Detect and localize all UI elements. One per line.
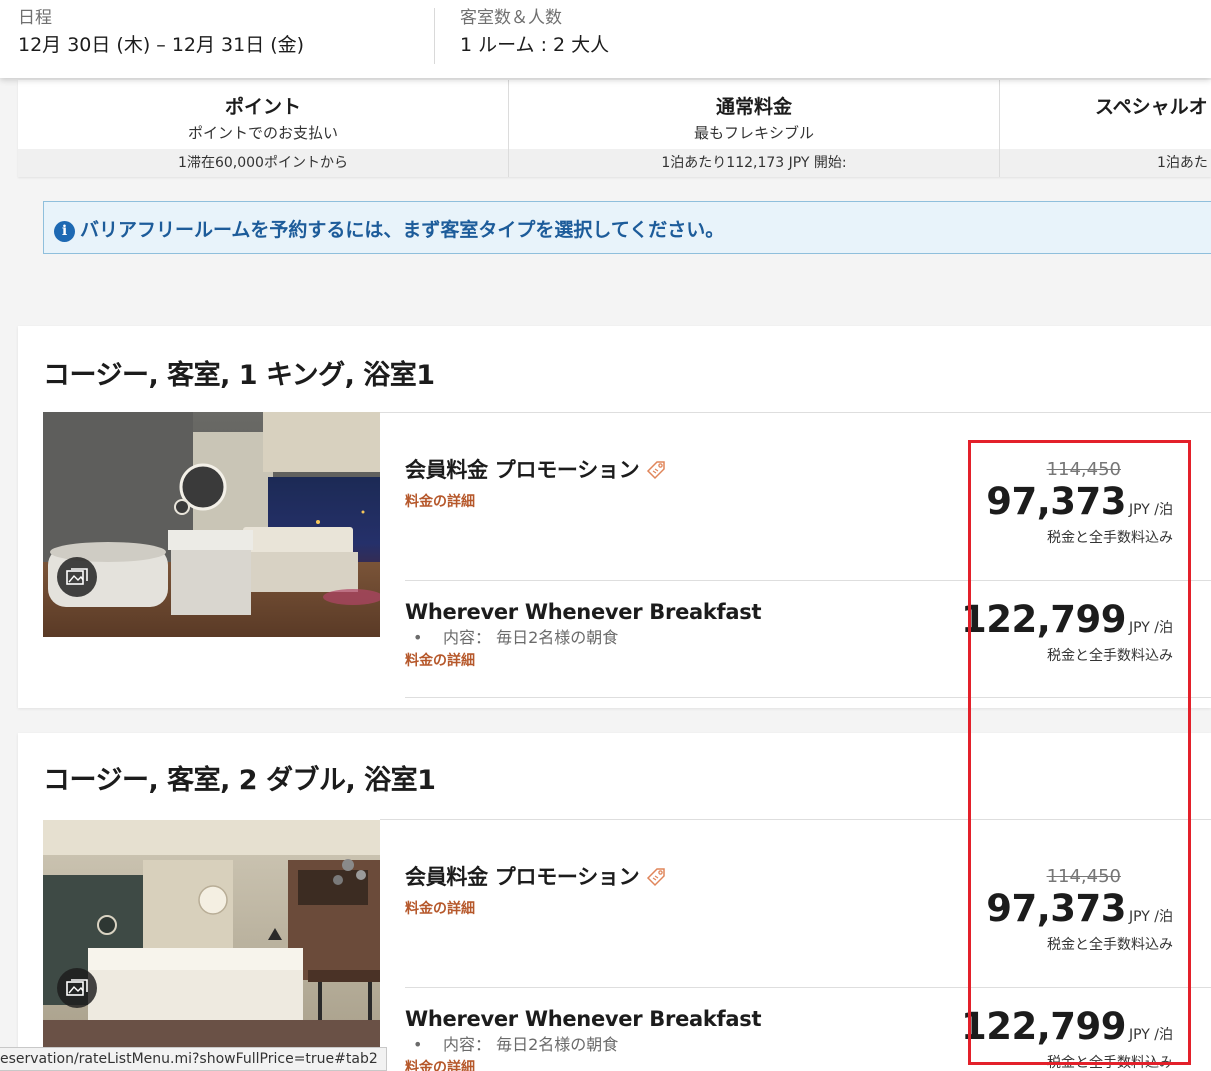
room-photo[interactable] [43,820,380,1050]
rate-details-link[interactable]: 料金の詳細 [405,491,667,511]
room-card: コージー, 客室, 1 キング, 浴室1 会員料金 プロモーション 料金の詳細 … [18,326,1211,708]
rate-details-link[interactable]: 料金の詳細 [405,650,761,670]
price-amount: 122,799 [960,598,1127,641]
room-title: コージー, 客室, 1 キング, 浴室1 [43,360,435,391]
rate-inclusion: • 内容： 毎日2名様の朝食 [413,1035,619,1054]
rate-type-tabs: ポイント ポイントでのお支払い 1滞在60,000ポイントから 通常料金 最もフ… [18,80,1211,177]
row-divider [405,697,1211,698]
rate-option-breakfast: Wherever Whenever Breakfast • 内容： 毎日2名様の朝… [405,1007,762,1071]
dates-label: 日程 [18,8,52,28]
search-divider [434,8,435,64]
row-divider [380,412,1211,413]
room-card: コージー, 客室, 2 ダブル, 浴室1 会員料金 プロモーション 料金の詳細 … [18,733,1211,1071]
tab-points-subtitle: ポイントでのお支払い [187,124,338,142]
tab-special-title: スペシャルオ [1095,96,1208,118]
price-unit: JPY /泊 [1129,1027,1173,1043]
rate-details-link[interactable]: 料金の詳細 [405,898,667,918]
rate-name: Wherever Whenever Breakfast [405,1007,762,1031]
price-unit: JPY /泊 [1129,909,1173,925]
rooms-value: 1 ルーム : 2 大人 [460,34,610,56]
price-note: 税金と全手数料込み [1047,530,1173,546]
price-block[interactable]: 114,450 97,373 JPY /泊 税金と全手数料込み [986,866,1173,954]
rate-name: 会員料金 プロモーション [405,454,667,486]
price-unit: JPY /泊 [1129,620,1173,636]
rate-option-breakfast: Wherever Whenever Breakfast • 内容： 毎日2名様の朝… [405,600,762,670]
price-block[interactable]: 114,450 97,373 JPY /泊 税金と全手数料込み [986,459,1173,547]
rate-details-link[interactable]: 料金の詳細 [405,1057,761,1071]
tag-icon [645,459,667,486]
gallery-icon[interactable] [57,968,97,1008]
tab-standard-subtitle: 最もフレキシブル [693,124,814,142]
price-block[interactable]: 122,799 JPY /泊 税金と全手数料込み [961,598,1173,665]
info-icon: i [54,221,75,242]
accessibility-info-banner: i バリアフリールームを予約するには、まず客室タイプを選択してください。 [43,201,1211,254]
gallery-icon[interactable] [57,557,97,597]
rate-inclusion-text: 内容： 毎日2名様の朝食 [443,1035,619,1054]
rooms-label: 客室数＆人数 [460,8,562,28]
room-photo[interactable] [43,412,380,637]
search-summary-bar: 日程 12月 30日 (木) – 12月 31日 (金) 客室数＆人数 1 ルー… [0,0,1211,78]
tab-points[interactable]: ポイント ポイントでのお支払い 1滞在60,000ポイントから [18,80,509,177]
browser-status-bar: eservation/rateListMenu.mi?showFullPrice… [0,1047,387,1071]
page: 日程 12月 30日 (木) – 12月 31日 (金) 客室数＆人数 1 ルー… [0,0,1211,1071]
price-note: 税金と全手数料込み [1047,1055,1173,1071]
rooms-guests-field[interactable]: 客室数＆人数 1 ルーム : 2 大人 [460,7,609,60]
info-banner-text: バリアフリールームを予約するには、まず客室タイプを選択してください。 [80,219,725,241]
tab-special-offer[interactable]: スペシャルオ 1泊あた [1000,80,1211,177]
row-divider [380,819,1211,820]
rate-inclusion-text: 内容： 毎日2名様の朝食 [443,628,619,647]
tag-icon [645,866,667,893]
tab-points-title: ポイント [224,96,301,118]
room-photo-image [43,820,380,1050]
price-note: 税金と全手数料込み [1047,648,1173,664]
price-block[interactable]: 122,799 JPY /泊 税金と全手数料込み [961,1005,1173,1071]
room-title: コージー, 客室, 2 ダブル, 浴室1 [43,765,436,796]
tab-special-footer: 1泊あた [1000,149,1211,177]
dates-field[interactable]: 日程 12月 30日 (木) – 12月 31日 (金) [18,7,304,60]
row-divider [405,987,1211,988]
rate-name-text: 会員料金 プロモーション [405,865,640,889]
dates-value: 12月 30日 (木) – 12月 31日 (金) [18,34,305,56]
room-photo-image [43,412,380,637]
rate-option-member-promo: 会員料金 プロモーション 料金の詳細 [405,454,667,511]
original-price: 114,450 [1046,459,1121,480]
price-note: 税金と全手数料込み [1047,937,1173,953]
price-amount: 122,799 [960,1005,1127,1048]
price-unit: JPY /泊 [1129,502,1173,518]
original-price: 114,450 [1046,866,1121,887]
tab-standard-footer: 1泊あたり112,173 JPY 開始: [509,149,999,177]
price-amount: 97,373 [986,887,1127,930]
tab-points-footer: 1滞在60,000ポイントから [18,149,508,177]
rate-name: 会員料金 プロモーション [405,861,667,893]
row-divider [405,580,1211,581]
rate-inclusion: • 内容： 毎日2名様の朝食 [413,628,619,647]
rate-name-text: 会員料金 プロモーション [405,458,640,482]
rate-option-member-promo: 会員料金 プロモーション 料金の詳細 [405,861,667,918]
price-amount: 97,373 [986,480,1127,523]
tab-standard-rate[interactable]: 通常料金 最もフレキシブル 1泊あたり112,173 JPY 開始: [509,80,1000,177]
tab-standard-title: 通常料金 [715,96,792,118]
rate-name: Wherever Whenever Breakfast [405,600,762,624]
